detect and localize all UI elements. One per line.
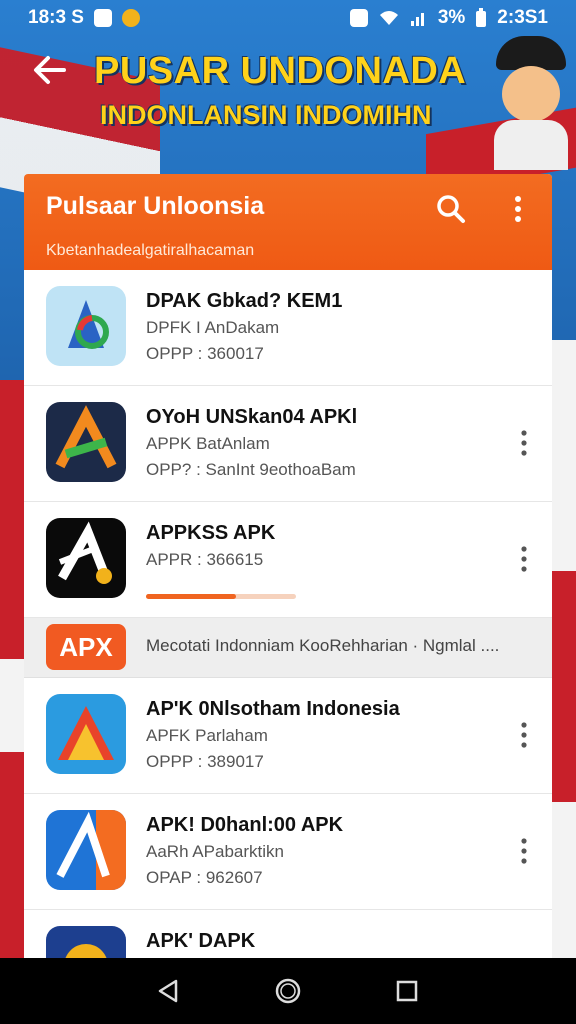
app-list-item[interactable]: APK! D0hanl:00 APK AaRh APabarktikn OPAP… [24,794,552,910]
app-name: OYoH UNSkan04 APKl [146,406,358,428]
app-subtitle: AaRh APabarktikn [146,842,284,861]
app-meta: OPPP : 389017 [146,752,264,771]
app-list-card: Pulsaar Unloonsia Kbetanhadealgatiralhac… [24,174,552,974]
app-subtitle: APPK BatAnlam [146,434,270,453]
app-name: APK' DAPK [146,930,256,952]
app-meta: OPP? : SanInt 9eothoaBam [146,460,356,479]
more-vert-icon[interactable] [518,720,530,750]
status-time-right: 2:3S1 [497,7,548,28]
mascot-illustration [490,36,570,170]
app-list-item[interactable]: DPAK Gbkad? KEM1 DPFK I AnDakam OPPP : 3… [24,270,552,386]
download-progress-bar [146,594,296,599]
app-bar: Pulsaar Unloonsia Kbetanhadealgatiralhac… [24,174,552,270]
app-name: APK! D0hanl:00 APK [146,814,344,836]
app-notification-icon [121,9,140,27]
battery-icon [476,8,487,27]
app-name: DPAK Gbkad? KEM1 [146,290,343,312]
app-name: APPKSS APK [146,522,276,544]
app-bar-subtitle: Kbetanhadealgatiralhacaman [46,242,255,259]
promo-text: Mecotati Indonniam KooRehharian · Ngmlal… [146,636,500,655]
sim-icon [349,9,368,27]
app-icon [46,286,126,366]
app-meta: OPAP : 962607 [146,868,263,887]
banner-subtitle: INDONLANSIN INDOMIHN [100,100,432,130]
nav-recents-icon[interactable] [392,976,422,1006]
status-bar: 18:3 S 3% 2:3S1 [0,0,576,36]
app-meta: OPPP : 360017 [146,344,264,363]
nav-back-icon[interactable] [154,976,184,1006]
app-list-item[interactable]: OYoH UNSkan04 APKl APPK BatAnlam OPP? : … [24,386,552,502]
more-vert-icon[interactable] [518,544,530,574]
app-icon [46,402,126,482]
back-arrow-icon[interactable] [30,52,70,88]
banner-title: PUSAR UNDONADA [94,50,467,92]
app-icon [46,518,126,598]
more-vert-icon[interactable] [508,194,528,224]
promo-badge: APX [46,624,126,670]
download-progress-fill [146,594,236,599]
app-subtitle: DPFK I AnDakam [146,318,280,337]
app-icon [46,810,126,890]
status-time-left: 18:3 S [28,7,84,28]
search-icon[interactable] [436,194,466,224]
nav-home-icon[interactable] [273,976,303,1006]
app-name: AP'K 0Nlsotham Indonesia [146,698,400,720]
system-nav-bar [0,958,576,1024]
app-subtitle: APPR : 366615 [146,550,264,569]
more-vert-icon[interactable] [518,428,530,458]
signal-icon [410,13,424,26]
app-bar-title: Pulsaar Unloonsia [46,192,265,220]
notification-icon [93,9,112,27]
battery-percent: 3% [437,7,466,28]
more-vert-icon[interactable] [518,836,530,866]
wifi-icon [379,11,398,25]
promo-banner[interactable]: APX Mecotati Indonniam KooRehharian · Ng… [24,618,552,678]
app-list-item[interactable]: APPKSS APK APPR : 366615 [24,502,552,618]
app-list-item[interactable]: AP'K 0Nlsotham Indonesia APFK Parlaham O… [24,678,552,794]
app-icon [46,694,126,774]
app-subtitle: APFK Parlaham [146,726,268,745]
